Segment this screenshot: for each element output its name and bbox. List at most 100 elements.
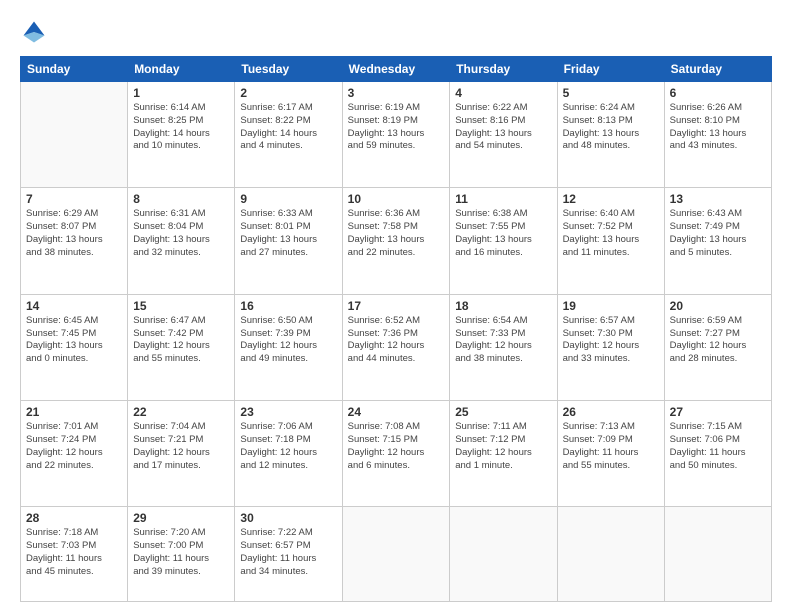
col-header-thursday: Thursday xyxy=(450,57,557,82)
col-header-saturday: Saturday xyxy=(664,57,771,82)
header xyxy=(20,18,772,46)
day-cell: 15 Sunrise: 6:47 AM Sunset: 7:42 PM Dayli… xyxy=(128,294,235,400)
day-cell: 13Sunrise: 6:43 AM Sunset: 7:49 PM Dayli… xyxy=(664,188,771,294)
day-number: 10 xyxy=(348,192,445,206)
day-info: Sunrise: 6:17 AM Sunset: 8:22 PM Dayligh… xyxy=(240,102,336,153)
day-number: 26 xyxy=(563,405,659,419)
week-row-2: 7 Sunrise: 6:29 AM Sunset: 8:07 PM Daylig… xyxy=(21,188,772,294)
day-number: 24 xyxy=(348,405,445,419)
day-info: Sunrise: 6:47 AM Sunset: 7:42 PM Dayligh… xyxy=(133,315,229,366)
col-header-monday: Monday xyxy=(128,57,235,82)
day-info: Sunrise: 6:43 AM Sunset: 7:49 PM Dayligh… xyxy=(670,208,766,259)
day-number: 7 xyxy=(26,192,122,206)
day-info: Sunrise: 6:19 AM Sunset: 8:19 PM Dayligh… xyxy=(348,102,445,153)
day-number: 29 xyxy=(133,511,229,525)
day-info: Sunrise: 6:40 AM Sunset: 7:52 PM Dayligh… xyxy=(563,208,659,259)
day-number: 20 xyxy=(670,299,766,313)
day-number: 1 xyxy=(133,86,229,100)
day-info: Sunrise: 7:08 AM Sunset: 7:15 PM Dayligh… xyxy=(348,421,445,472)
day-cell: 2 Sunrise: 6:17 AM Sunset: 8:22 PM Daylig… xyxy=(235,82,342,188)
day-number: 22 xyxy=(133,405,229,419)
col-header-wednesday: Wednesday xyxy=(342,57,450,82)
day-number: 9 xyxy=(240,192,336,206)
day-number: 25 xyxy=(455,405,551,419)
day-cell: 21Sunrise: 7:01 AM Sunset: 7:24 PM Dayli… xyxy=(21,401,128,507)
calendar-header-row: SundayMondayTuesdayWednesdayThursdayFrid… xyxy=(21,57,772,82)
day-number: 4 xyxy=(455,86,551,100)
day-info: Sunrise: 6:14 AM Sunset: 8:25 PM Dayligh… xyxy=(133,102,229,153)
day-info: Sunrise: 7:20 AM Sunset: 7:00 PM Dayligh… xyxy=(133,527,229,578)
logo xyxy=(20,18,52,46)
day-cell: 7 Sunrise: 6:29 AM Sunset: 8:07 PM Daylig… xyxy=(21,188,128,294)
day-cell: 12Sunrise: 6:40 AM Sunset: 7:52 PM Dayli… xyxy=(557,188,664,294)
day-info: Sunrise: 6:50 AM Sunset: 7:39 PM Dayligh… xyxy=(240,315,336,366)
day-info: Sunrise: 7:15 AM Sunset: 7:06 PM Dayligh… xyxy=(670,421,766,472)
day-cell: 20 Sunrise: 6:59 AM Sunset: 7:27 PM Dayli… xyxy=(664,294,771,400)
day-number: 18 xyxy=(455,299,551,313)
day-info: Sunrise: 6:24 AM Sunset: 8:13 PM Dayligh… xyxy=(563,102,659,153)
day-cell: 1 Sunrise: 6:14 AM Sunset: 8:25 PM Daylig… xyxy=(128,82,235,188)
calendar-table: SundayMondayTuesdayWednesdayThursdayFrid… xyxy=(20,56,772,602)
logo-icon xyxy=(20,18,48,46)
day-cell: 5 Sunrise: 6:24 AM Sunset: 8:13 PM Daylig… xyxy=(557,82,664,188)
day-cell: 6Sunrise: 6:26 AM Sunset: 8:10 PM Daylig… xyxy=(664,82,771,188)
col-header-sunday: Sunday xyxy=(21,57,128,82)
day-cell: 25 Sunrise: 7:11 AM Sunset: 7:12 PM Dayli… xyxy=(450,401,557,507)
day-info: Sunrise: 7:04 AM Sunset: 7:21 PM Dayligh… xyxy=(133,421,229,472)
day-info: Sunrise: 6:45 AM Sunset: 7:45 PM Dayligh… xyxy=(26,315,122,366)
day-cell: 3 Sunrise: 6:19 AM Sunset: 8:19 PM Daylig… xyxy=(342,82,450,188)
day-info: Sunrise: 6:33 AM Sunset: 8:01 PM Dayligh… xyxy=(240,208,336,259)
day-info: Sunrise: 6:29 AM Sunset: 8:07 PM Dayligh… xyxy=(26,208,122,259)
day-cell: 8 Sunrise: 6:31 AM Sunset: 8:04 PM Daylig… xyxy=(128,188,235,294)
page: SundayMondayTuesdayWednesdayThursdayFrid… xyxy=(0,0,792,612)
day-number: 8 xyxy=(133,192,229,206)
day-cell: 27Sunrise: 7:15 AM Sunset: 7:06 PM Dayli… xyxy=(664,401,771,507)
day-number: 15 xyxy=(133,299,229,313)
day-info: Sunrise: 7:22 AM Sunset: 6:57 PM Dayligh… xyxy=(240,527,336,578)
day-info: Sunrise: 6:38 AM Sunset: 7:55 PM Dayligh… xyxy=(455,208,551,259)
day-info: Sunrise: 6:57 AM Sunset: 7:30 PM Dayligh… xyxy=(563,315,659,366)
day-cell: 17 Sunrise: 6:52 AM Sunset: 7:36 PM Dayli… xyxy=(342,294,450,400)
week-row-5: 28Sunrise: 7:18 AM Sunset: 7:03 PM Dayli… xyxy=(21,507,772,602)
day-number: 19 xyxy=(563,299,659,313)
col-header-tuesday: Tuesday xyxy=(235,57,342,82)
day-number: 14 xyxy=(26,299,122,313)
day-number: 11 xyxy=(455,192,551,206)
day-info: Sunrise: 6:36 AM Sunset: 7:58 PM Dayligh… xyxy=(348,208,445,259)
day-cell: 28Sunrise: 7:18 AM Sunset: 7:03 PM Dayli… xyxy=(21,507,128,602)
day-cell xyxy=(664,507,771,602)
day-number: 30 xyxy=(240,511,336,525)
day-cell xyxy=(557,507,664,602)
day-cell: 19 Sunrise: 6:57 AM Sunset: 7:30 PM Dayli… xyxy=(557,294,664,400)
day-info: Sunrise: 7:01 AM Sunset: 7:24 PM Dayligh… xyxy=(26,421,122,472)
day-number: 6 xyxy=(670,86,766,100)
day-info: Sunrise: 6:31 AM Sunset: 8:04 PM Dayligh… xyxy=(133,208,229,259)
day-number: 17 xyxy=(348,299,445,313)
col-header-friday: Friday xyxy=(557,57,664,82)
day-number: 5 xyxy=(563,86,659,100)
day-number: 2 xyxy=(240,86,336,100)
day-cell: 18 Sunrise: 6:54 AM Sunset: 7:33 PM Dayli… xyxy=(450,294,557,400)
day-cell: 29 Sunrise: 7:20 AM Sunset: 7:00 PM Dayli… xyxy=(128,507,235,602)
day-cell: 23Sunrise: 7:06 AM Sunset: 7:18 PM Dayli… xyxy=(235,401,342,507)
day-number: 3 xyxy=(348,86,445,100)
day-cell xyxy=(450,507,557,602)
day-cell xyxy=(342,507,450,602)
day-info: Sunrise: 7:18 AM Sunset: 7:03 PM Dayligh… xyxy=(26,527,122,578)
day-info: Sunrise: 6:22 AM Sunset: 8:16 PM Dayligh… xyxy=(455,102,551,153)
day-cell: 24 Sunrise: 7:08 AM Sunset: 7:15 PM Dayli… xyxy=(342,401,450,507)
day-cell: 11 Sunrise: 6:38 AM Sunset: 7:55 PM Dayli… xyxy=(450,188,557,294)
day-info: Sunrise: 7:06 AM Sunset: 7:18 PM Dayligh… xyxy=(240,421,336,472)
day-info: Sunrise: 6:52 AM Sunset: 7:36 PM Dayligh… xyxy=(348,315,445,366)
day-info: Sunrise: 6:54 AM Sunset: 7:33 PM Dayligh… xyxy=(455,315,551,366)
day-cell: 30 Sunrise: 7:22 AM Sunset: 6:57 PM Dayli… xyxy=(235,507,342,602)
day-info: Sunrise: 7:11 AM Sunset: 7:12 PM Dayligh… xyxy=(455,421,551,472)
day-cell: 4 Sunrise: 6:22 AM Sunset: 8:16 PM Daylig… xyxy=(450,82,557,188)
day-cell xyxy=(21,82,128,188)
week-row-4: 21Sunrise: 7:01 AM Sunset: 7:24 PM Dayli… xyxy=(21,401,772,507)
day-info: Sunrise: 6:59 AM Sunset: 7:27 PM Dayligh… xyxy=(670,315,766,366)
day-cell: 10 Sunrise: 6:36 AM Sunset: 7:58 PM Dayli… xyxy=(342,188,450,294)
week-row-1: 1 Sunrise: 6:14 AM Sunset: 8:25 PM Daylig… xyxy=(21,82,772,188)
day-number: 16 xyxy=(240,299,336,313)
day-cell: 26Sunrise: 7:13 AM Sunset: 7:09 PM Dayli… xyxy=(557,401,664,507)
